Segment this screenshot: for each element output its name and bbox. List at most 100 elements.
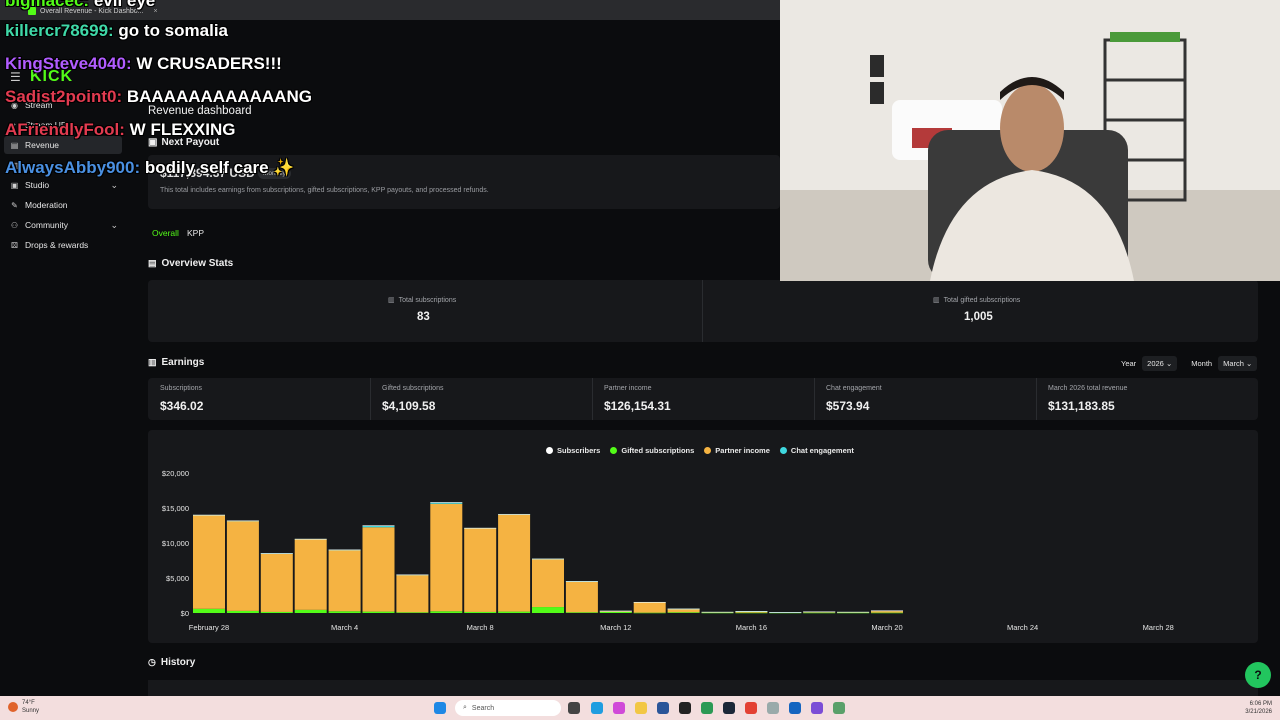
bar-segment-partner-income[interactable] (328, 550, 361, 612)
bar-segment-gifted-subscriptions[interactable] (362, 611, 395, 613)
earnings-card-gifted: Gifted subscriptions $4,109.58 (370, 378, 592, 420)
sidebar-item-label: Moderation (25, 200, 68, 210)
bar-segment-subscribers[interactable] (464, 527, 497, 529)
bar-segment-gifted-subscriptions[interactable] (328, 611, 361, 613)
help-chat-button[interactable]: ? (1245, 662, 1271, 688)
bar-segment-gifted-subscriptions[interactable] (667, 612, 700, 613)
bar-segment-partner-income[interactable] (260, 553, 293, 612)
year-select[interactable]: 2026 ⌄ (1142, 355, 1178, 371)
chat-username: AFriendlyFool: (5, 120, 125, 139)
payout-description: This total includes earnings from subscr… (160, 187, 489, 194)
bar-segment-subscribers[interactable] (599, 610, 632, 612)
bar-segment-gifted-subscriptions[interactable] (464, 611, 497, 613)
chat-text: bodily self care ✨ (140, 158, 295, 177)
bar-segment-gifted-subscriptions[interactable] (396, 612, 429, 613)
file-explorer-icon[interactable] (635, 702, 647, 714)
bar-segment-subscribers[interactable] (294, 538, 327, 540)
bar-segment-gifted-subscriptions[interactable] (294, 609, 327, 613)
sidebar-item-studio[interactable]: ▣ Studio ⌄ (4, 176, 122, 194)
legend-item-gifted[interactable]: Gifted subscriptions (610, 446, 694, 455)
bar-segment-gifted-subscriptions[interactable] (226, 610, 259, 613)
bar-segment-gifted-subscriptions[interactable] (532, 607, 564, 613)
bar-segment-partner-income[interactable] (532, 559, 564, 608)
steam-icon[interactable] (723, 702, 735, 714)
windows-start-icon[interactable] (434, 702, 446, 714)
bar-segment-subscribers[interactable] (769, 612, 802, 613)
chat-username: KingSteve4040: (5, 54, 132, 73)
chevron-down-icon: ⌄ (1246, 358, 1253, 368)
bar-segment-gifted-subscriptions[interactable] (260, 611, 293, 613)
bar-segment-gifted-subscriptions[interactable] (837, 612, 870, 614)
sidebar-item-moderation[interactable]: ✎ Moderation (4, 196, 122, 214)
chrome-icon[interactable] (745, 702, 757, 714)
earnings-card-value: $131,183.85 (1048, 399, 1115, 413)
bar-segment-partner-income[interactable] (193, 515, 225, 609)
bar-segment-gifted-subscriptions[interactable] (193, 608, 225, 613)
bar-segment-subscribers[interactable] (430, 502, 463, 503)
bar-segment-subscribers[interactable] (701, 611, 734, 613)
bar-segment-subscribers[interactable] (362, 525, 395, 526)
taskbar-search[interactable]: ⌕ Search (455, 700, 561, 716)
bar-segment-subscribers[interactable] (328, 549, 361, 551)
legend-item-partner[interactable]: Partner income (704, 446, 770, 455)
bar-segment-subscribers[interactable] (633, 601, 666, 603)
bar-segment-gifted-subscriptions[interactable] (871, 612, 903, 614)
sidebar-item-community[interactable]: ⚇ Community ⌄ (4, 216, 122, 234)
bar-segment-partner-income[interactable] (226, 520, 259, 611)
weather-widget[interactable]: 74°F Sunny (8, 699, 39, 715)
chart-legend: Subscribers Gifted subscriptions Partner… (546, 446, 854, 455)
wrench-icon: ✎ (11, 200, 18, 210)
bar-segment-gifted-subscriptions[interactable] (803, 612, 836, 614)
app-icon[interactable] (833, 702, 845, 714)
taskbar-clock[interactable]: 6:06 PM 3/21/2026 (1238, 700, 1272, 716)
month-select[interactable]: March ⌄ (1218, 355, 1258, 371)
bar-segment-partner-income[interactable] (464, 528, 497, 612)
task-view-icon[interactable] (568, 702, 580, 714)
bar-segment-partner-income[interactable] (430, 503, 463, 612)
discord-icon[interactable] (811, 702, 823, 714)
bar-segment-partner-income[interactable] (498, 514, 531, 612)
bar-segment-subscribers[interactable] (532, 558, 564, 560)
bar-segment-subscribers[interactable] (396, 574, 429, 576)
legend-item-subscribers[interactable]: Subscribers (546, 446, 600, 455)
legend-item-chat[interactable]: Chat engagement (779, 446, 854, 455)
bar-segment-partner-income[interactable] (565, 581, 598, 613)
bar-segment-subscribers[interactable] (260, 553, 293, 554)
obs-icon[interactable] (679, 702, 691, 714)
bar-segment-subscribers[interactable] (735, 611, 768, 612)
tab-kpp[interactable]: KPP (187, 228, 204, 238)
overview-stats-title: ▤ Overview Stats (148, 258, 233, 269)
app-icon[interactable] (657, 702, 669, 714)
bar-segment-gifted-subscriptions[interactable] (430, 611, 463, 613)
bar-segment-subscribers[interactable] (667, 608, 700, 610)
bar-segment-partner-income[interactable] (633, 602, 666, 613)
sidebar-item-label: Community (25, 220, 68, 230)
clock-time: 6:06 PM (1249, 701, 1272, 707)
copilot-icon[interactable] (613, 702, 625, 714)
bar-segment-subscribers[interactable] (837, 611, 870, 613)
bar-segment-subscribers[interactable] (498, 513, 531, 515)
bar-segment-gifted-subscriptions[interactable] (633, 612, 666, 614)
bar-segment-subscribers[interactable] (871, 610, 903, 612)
bar-segment-partner-income[interactable] (294, 539, 327, 610)
app-icon[interactable] (701, 702, 713, 714)
earnings-card-total: March 2026 total revenue $131,183.85 (1036, 378, 1258, 420)
tab-overall[interactable]: Overall (152, 228, 179, 238)
bar-segment-gifted-subscriptions[interactable] (565, 612, 598, 613)
chat-message: killercr78699: go to somalia (5, 21, 228, 41)
bar-segment-gifted-subscriptions[interactable] (498, 611, 531, 613)
bar-segment-gifted-subscriptions[interactable] (735, 612, 768, 614)
browser-active-icon[interactable] (789, 702, 801, 714)
bar-segment-gifted-subscriptions[interactable] (599, 611, 632, 613)
bar-segment-subscribers[interactable] (565, 581, 598, 582)
bar-segment-subscribers[interactable] (193, 514, 225, 516)
bar-segment-subscribers[interactable] (803, 611, 836, 613)
chat-message: KingSteve4040: W CRUSADERS!!! (5, 54, 282, 74)
bar-segment-partner-income[interactable] (362, 527, 395, 612)
bar-segment-gifted-subscriptions[interactable] (701, 612, 734, 614)
sidebar-item-drops-rewards[interactable]: ⚄ Drops & rewards (4, 236, 122, 254)
app-icon[interactable] (767, 702, 779, 714)
bar-segment-subscribers[interactable] (226, 520, 259, 522)
bar-segment-partner-income[interactable] (396, 574, 429, 613)
edge-icon[interactable] (591, 702, 603, 714)
